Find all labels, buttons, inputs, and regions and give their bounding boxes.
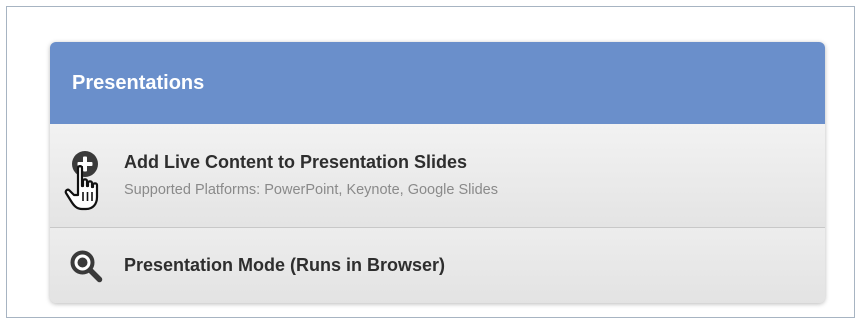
presentation-mode-item[interactable]: Presentation Mode (Runs in Browser) — [50, 228, 825, 303]
search-icon — [70, 250, 103, 283]
add-live-content-title: Add Live Content to Presentation Slides — [124, 152, 468, 172]
panel-title: Presentations — [72, 71, 205, 94]
window-frame: Presentations Add Live Content to Presen… — [6, 6, 855, 318]
add-live-content-item[interactable]: Add Live Content to Presentation Slides … — [50, 124, 825, 228]
hand-pointer-icon — [64, 165, 99, 211]
panel-header: Presentations — [50, 42, 825, 124]
supported-platforms-text: Supported Platforms: PowerPoint, Keynote… — [124, 182, 498, 198]
presentation-mode-title: Presentation Mode (Runs in Browser) — [124, 255, 446, 275]
presentations-panel: Presentations Add Live Content to Presen… — [50, 42, 825, 303]
